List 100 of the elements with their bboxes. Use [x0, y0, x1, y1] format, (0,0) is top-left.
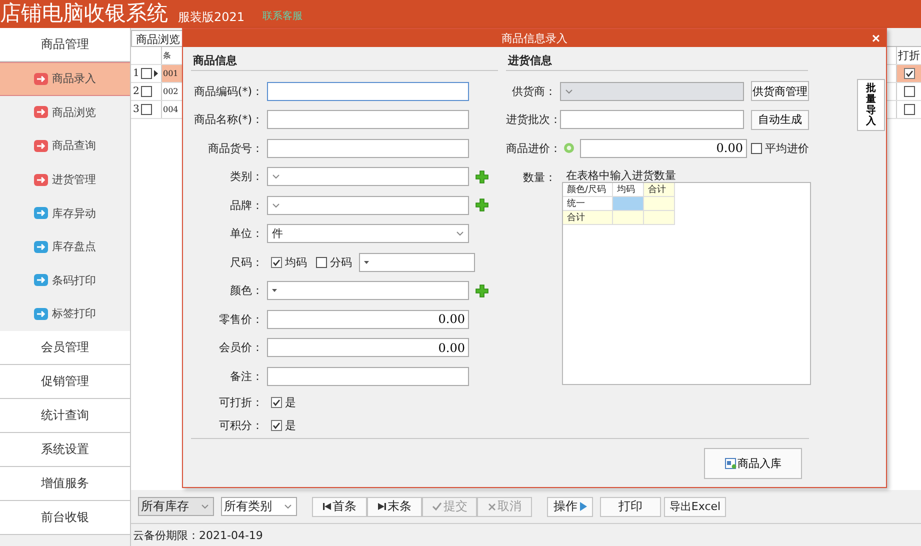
field-label: 商品编码(*)：: [192, 84, 264, 99]
sidebar-item-label: 商品查询: [52, 138, 96, 154]
table-cell[interactable]: [613, 196, 644, 210]
checkbox-label: 均码: [285, 254, 307, 270]
sidebar-item[interactable]: 商品浏览: [0, 96, 130, 130]
app-title: 店铺电脑收银系统: [0, 1, 168, 25]
filter-dropdown[interactable]: 所有类别: [221, 497, 297, 516]
sidebar-item[interactable]: 商品查询: [0, 129, 130, 163]
dropdown[interactable]: 件: [267, 224, 469, 244]
sidebar-item[interactable]: 商品录入: [0, 62, 130, 96]
sidebar-section[interactable]: 前台收银: [0, 500, 130, 535]
field-label: 进货批次：: [506, 112, 560, 128]
sidebar-section[interactable]: 促销管理: [0, 364, 130, 399]
column-header: 颜色/尺码: [563, 182, 613, 196]
checkbox[interactable]: [271, 420, 282, 430]
table-cell-text: 004: [162, 104, 180, 116]
sidebar-item-label: 商品浏览: [52, 104, 96, 120]
table-cell[interactable]: [644, 210, 675, 224]
row-number: 2: [133, 86, 140, 97]
field-label: 商品进价：: [506, 140, 560, 156]
dropdown[interactable]: [359, 252, 475, 272]
dropdown[interactable]: [267, 281, 469, 300]
dropdown[interactable]: [267, 167, 469, 186]
toolbar-button[interactable]: 首条: [312, 496, 367, 516]
checkbox[interactable]: [271, 396, 282, 408]
checkbox[interactable]: [141, 68, 152, 79]
column-header: 条: [162, 50, 172, 62]
row-number: 3: [133, 104, 140, 115]
input-field[interactable]: [560, 110, 744, 130]
checkbox-label: 是: [285, 418, 296, 432]
input-field[interactable]: 0.00: [267, 338, 469, 358]
sidebar-item[interactable]: 条码打印: [0, 264, 130, 298]
sidebar-item[interactable]: 标签打印: [0, 297, 130, 331]
field-label: 商品名称(*)：: [192, 112, 264, 128]
caret-down-icon: [364, 260, 369, 264]
checkbox[interactable]: [141, 86, 152, 97]
field-label: 颜色：: [229, 283, 264, 298]
sidebar-item-label: 库存盘点: [52, 239, 96, 254]
dropdown[interactable]: [267, 196, 469, 215]
submit-button[interactable]: 商品入库: [704, 448, 802, 479]
table-cell[interactable]: [613, 210, 644, 224]
pointer-icon: [154, 70, 158, 77]
skip-forward-icon: [378, 503, 386, 510]
caret-down-icon: [272, 289, 277, 292]
input-field[interactable]: 0.00: [267, 310, 469, 329]
sidebar-item[interactable]: 库存盘点: [0, 230, 130, 264]
button[interactable]: 自动生成: [751, 110, 809, 130]
input-field[interactable]: [267, 82, 469, 101]
status-text: 云备份期限：2021-04-19: [133, 528, 263, 542]
checkbox[interactable]: [271, 256, 282, 268]
input-field[interactable]: [267, 366, 469, 386]
table-cell[interactable]: [644, 196, 675, 210]
chevron-down-icon: [456, 231, 464, 236]
input-field[interactable]: [267, 110, 469, 130]
sidebar-item-label: 进货管理: [52, 172, 96, 188]
edition-label: 服装版2021: [178, 9, 245, 25]
checkbox[interactable]: [904, 68, 914, 79]
circle-icon: [563, 142, 575, 154]
sidebar-section[interactable]: 商品管理: [0, 28, 130, 62]
field-label: 尺码：: [229, 254, 264, 270]
sidebar-item-label: 条码打印: [52, 272, 96, 288]
column-header: 合计: [644, 182, 675, 196]
checkbox[interactable]: [904, 86, 914, 97]
field-label: 类别：: [229, 169, 264, 184]
checkbox[interactable]: [904, 104, 914, 115]
field-label: 商品货号：: [207, 140, 264, 156]
field-label: 供货商：: [511, 84, 557, 99]
checkbox[interactable]: [751, 142, 762, 154]
toolbar-button[interactable]: 打印: [600, 496, 661, 516]
sidebar-item[interactable]: 库存异动: [0, 196, 130, 230]
sidebar-section[interactable]: 统计查询: [0, 398, 130, 433]
input-field[interactable]: 0.00: [580, 138, 747, 158]
close-button[interactable]: ×: [872, 30, 880, 46]
document-icon: [724, 458, 736, 469]
field-label: 单位：: [229, 226, 264, 242]
row-header: 合计: [563, 210, 613, 224]
sidebar-item[interactable]: 进货管理: [0, 162, 130, 196]
tab[interactable]: 商品浏览: [131, 30, 185, 46]
toolbar-button[interactable]: 末条: [367, 496, 422, 516]
input-field[interactable]: [267, 138, 469, 158]
check-icon: [904, 69, 914, 78]
table-cell-text: 002: [162, 86, 180, 98]
sidebar-item-label: 库存异动: [52, 206, 96, 221]
field-label: 零售价：: [218, 312, 264, 327]
checkbox-label: 平均进价: [765, 140, 809, 156]
sidebar-section[interactable]: 系统设置: [0, 432, 130, 467]
batch-import-button[interactable]: 批量导入: [857, 79, 885, 131]
field-label: 可打折：: [218, 394, 264, 410]
sidebar-section[interactable]: 会员管理: [0, 330, 130, 365]
checkbox[interactable]: [141, 104, 152, 115]
toolbar-button[interactable]: 导出Excel: [664, 496, 726, 516]
skip-back-icon: [322, 503, 330, 510]
check-icon: [272, 258, 281, 267]
checkbox[interactable]: [316, 256, 327, 268]
column-header: 打折: [897, 48, 921, 64]
sidebar-section[interactable]: 增值服务: [0, 466, 130, 501]
checkbox-label: 分码: [330, 254, 352, 270]
field-label: 品牌：: [229, 198, 264, 213]
field-label: 会员价：: [218, 340, 264, 356]
toolbar-button[interactable]: 操作: [547, 496, 593, 516]
